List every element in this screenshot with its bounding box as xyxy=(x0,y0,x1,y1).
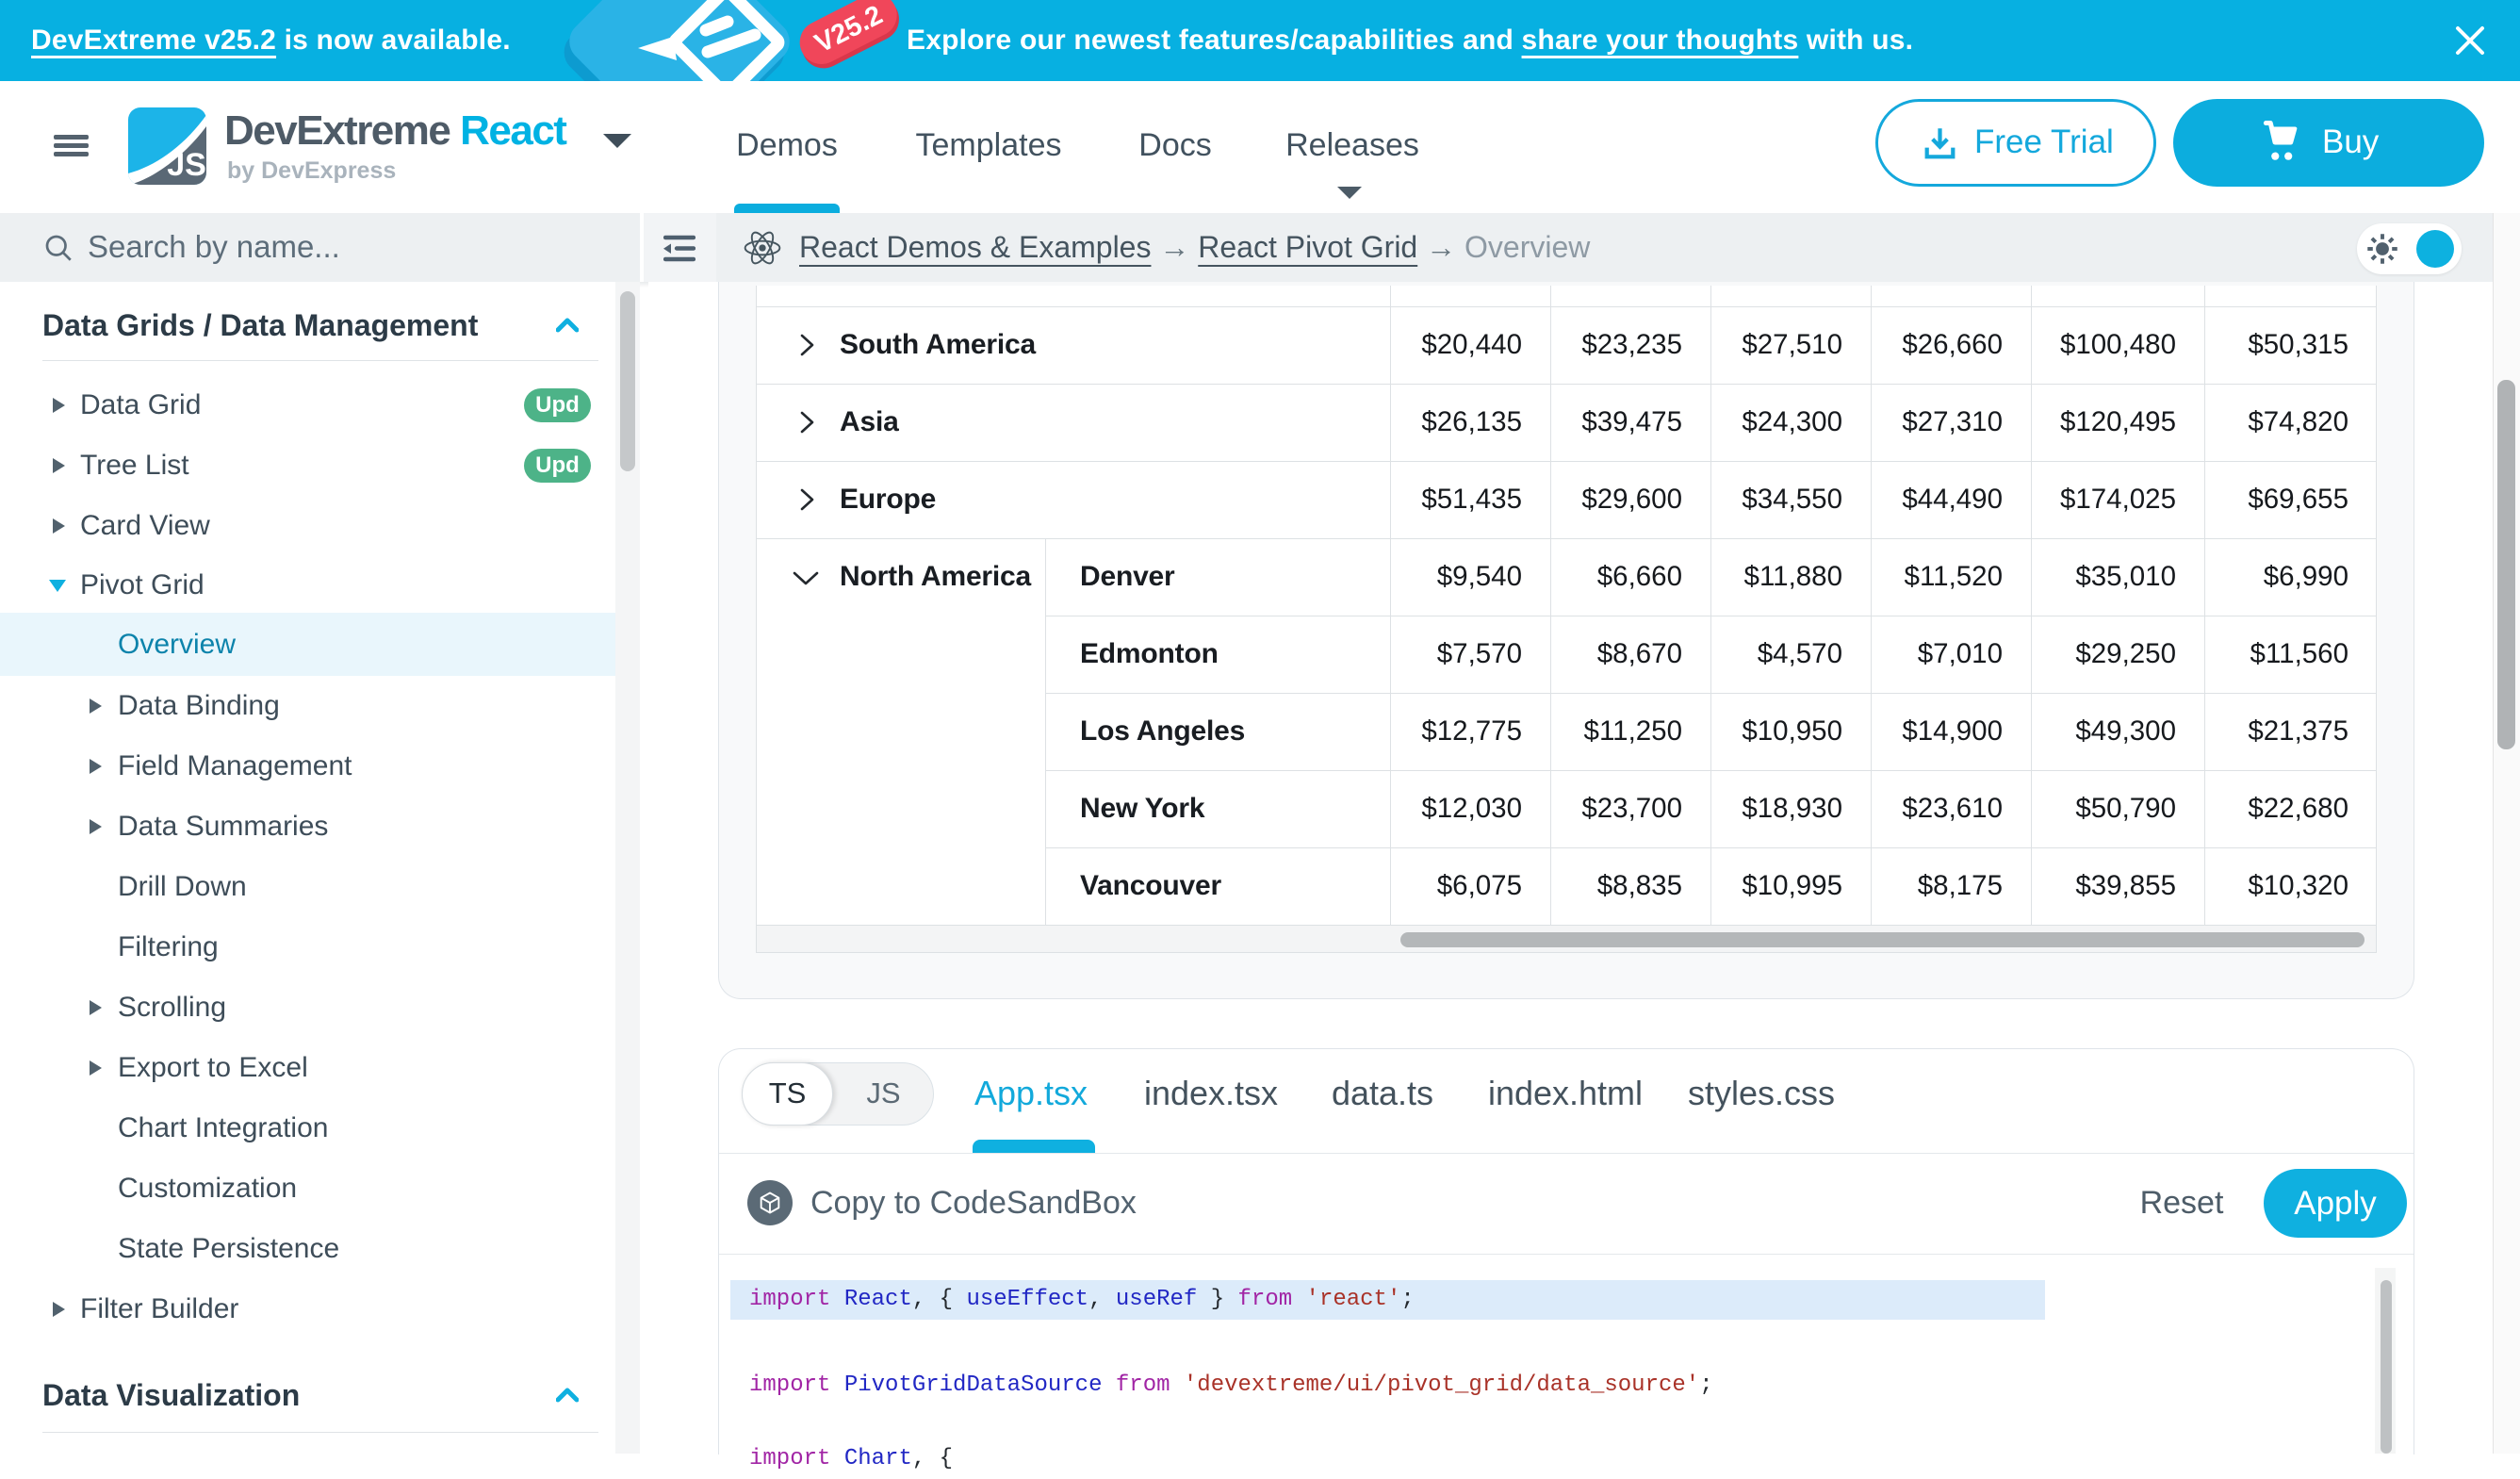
svg-text:JS: JS xyxy=(167,147,206,183)
